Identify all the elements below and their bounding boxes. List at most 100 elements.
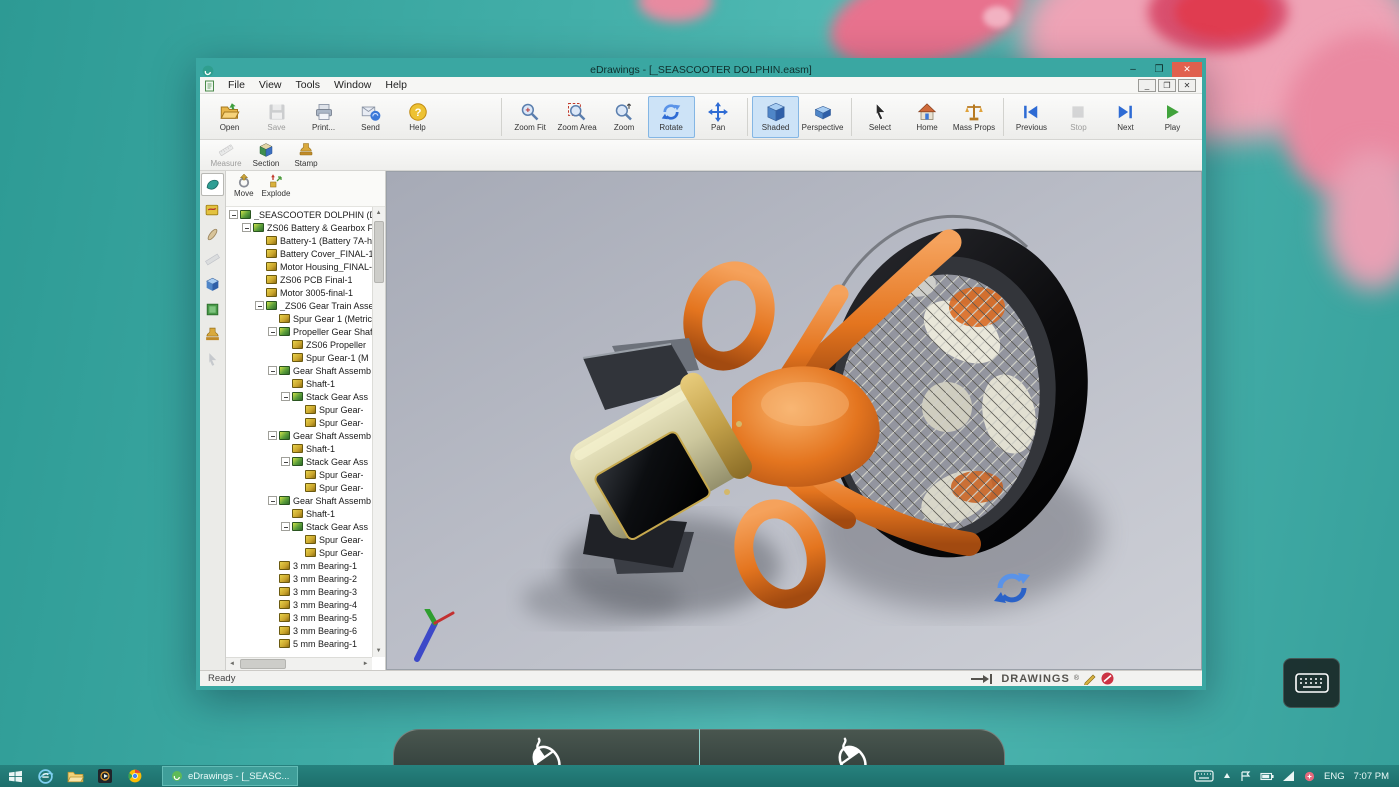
- chrome-taskbar-icon[interactable]: [120, 765, 150, 787]
- tree-item[interactable]: Battery-1 (Battery 7A-hc: [226, 234, 385, 247]
- tree-vertical-scrollbar[interactable]: ▲ ▼: [372, 207, 385, 657]
- stop-button[interactable]: Stop: [1055, 96, 1102, 138]
- tree-horizontal-scrollbar[interactable]: ◄ ►: [226, 657, 372, 670]
- titlebar[interactable]: eDrawings - [_SEASCOOTER DOLPHIN.easm] –…: [200, 62, 1202, 77]
- tree-item[interactable]: 3 mm Bearing-5: [226, 611, 385, 624]
- tree-item[interactable]: Propeller Gear Shaf: [226, 325, 385, 338]
- scroll-thumb[interactable]: [374, 221, 384, 283]
- help-button[interactable]: ? Help: [394, 96, 441, 138]
- menu-window[interactable]: Window: [327, 79, 378, 91]
- volume-notification-icon[interactable]: [1304, 771, 1315, 782]
- menu-help[interactable]: Help: [378, 79, 414, 91]
- tree-item[interactable]: Stack Gear Ass: [226, 390, 385, 403]
- tree-item[interactable]: Spur Gear 1 (Metric: [226, 312, 385, 325]
- scroll-left-arrow[interactable]: ◄: [226, 658, 238, 670]
- save-button[interactable]: Save: [253, 96, 300, 138]
- tree-item[interactable]: 3 mm Bearing-3: [226, 585, 385, 598]
- perspective-button[interactable]: Perspective: [799, 96, 846, 138]
- ie-taskbar-icon[interactable]: [30, 765, 60, 787]
- tree-item[interactable]: Spur Gear-: [226, 468, 385, 481]
- tree-item[interactable]: Spur Gear-: [226, 416, 385, 429]
- tree-item[interactable]: Shaft-1: [226, 507, 385, 520]
- mdi-minimize-button[interactable]: _: [1138, 79, 1156, 92]
- tree-expander[interactable]: [268, 496, 277, 505]
- taskbar-active-task[interactable]: eDrawings - [_SEASC...: [162, 766, 298, 786]
- tree-item[interactable]: Battery Cover_FINAL-1: [226, 247, 385, 260]
- tree-item[interactable]: Motor Housing_FINAL-: [226, 260, 385, 273]
- zoom-fit-button[interactable]: Zoom Fit: [507, 96, 554, 138]
- section-tab[interactable]: [201, 273, 224, 296]
- tree-item[interactable]: Spur Gear-: [226, 481, 385, 494]
- touch-keyboard-button[interactable]: [1283, 658, 1340, 708]
- tree-item[interactable]: 3 mm Bearing-2: [226, 572, 385, 585]
- tree-item[interactable]: Stack Gear Ass: [226, 520, 385, 533]
- stamp-box-tab[interactable]: [201, 298, 224, 321]
- scroll-right-arrow[interactable]: ►: [360, 658, 372, 670]
- tree-expander[interactable]: [268, 327, 277, 336]
- tree-item[interactable]: Shaft-1: [226, 377, 385, 390]
- tree-item[interactable]: Gear Shaft Assemb: [226, 429, 385, 442]
- tree-item[interactable]: 3 mm Bearing-6: [226, 624, 385, 637]
- zoom-area-button[interactable]: Zoom Area: [554, 96, 601, 138]
- play-button[interactable]: Play: [1149, 96, 1196, 138]
- file-explorer-taskbar-icon[interactable]: [60, 765, 90, 787]
- tree-item[interactable]: Shaft-1: [226, 442, 385, 455]
- select-button[interactable]: Select: [857, 96, 904, 138]
- home-button[interactable]: Home: [904, 96, 951, 138]
- components-tab[interactable]: [201, 173, 224, 196]
- zoom-button[interactable]: Zoom: [601, 96, 648, 138]
- tree-item[interactable]: Spur Gear-: [226, 533, 385, 546]
- tree-expander[interactable]: [255, 301, 264, 310]
- viewport-3d[interactable]: [386, 171, 1202, 670]
- open-button[interactable]: Open: [206, 96, 253, 138]
- tray-keyboard-icon[interactable]: [1194, 770, 1214, 782]
- shaded-button[interactable]: Shaded: [752, 96, 799, 138]
- tree-item[interactable]: ZS06 Battery & Gearbox Fit: [226, 221, 385, 234]
- scroll-up-arrow[interactable]: ▲: [373, 207, 385, 219]
- menu-tools[interactable]: Tools: [289, 79, 328, 91]
- tree-item[interactable]: 3 mm Bearing-4: [226, 598, 385, 611]
- next-button[interactable]: Next: [1102, 96, 1149, 138]
- tree-expander[interactable]: [268, 366, 277, 375]
- section-button[interactable]: Section: [246, 141, 286, 169]
- send-button[interactable]: Send: [347, 96, 394, 138]
- tree-item[interactable]: Spur Gear-: [226, 546, 385, 559]
- tree-item[interactable]: ZS06 Propeller: [226, 338, 385, 351]
- tree-expander[interactable]: [268, 431, 277, 440]
- tree-item[interactable]: 5 mm Bearing-1: [226, 637, 385, 650]
- close-button[interactable]: ✕: [1172, 62, 1202, 77]
- move-button[interactable]: Move: [234, 173, 254, 198]
- print-button[interactable]: Print...: [300, 96, 347, 138]
- explode-button[interactable]: Explode: [262, 173, 291, 198]
- battery-icon[interactable]: [1260, 772, 1274, 781]
- markup-pen-tab[interactable]: [201, 223, 224, 246]
- language-indicator[interactable]: ENG: [1324, 771, 1345, 782]
- tree-expander[interactable]: [242, 223, 251, 232]
- clock[interactable]: 7:07 PM: [1354, 771, 1389, 782]
- tree-expander[interactable]: [281, 392, 290, 401]
- action-center-icon[interactable]: [1240, 771, 1251, 782]
- tree-item[interactable]: Motor 3005-final-1: [226, 286, 385, 299]
- pointer-tab[interactable]: [201, 348, 224, 371]
- tree-expander[interactable]: [281, 457, 290, 466]
- tree-item[interactable]: 3 mm Bearing-1: [226, 559, 385, 572]
- menu-view[interactable]: View: [252, 79, 289, 91]
- scroll-thumb[interactable]: [240, 659, 286, 669]
- stamp-button[interactable]: Stamp: [286, 141, 326, 169]
- tree-item[interactable]: Stack Gear Ass: [226, 455, 385, 468]
- tree-item[interactable]: Gear Shaft Assemb: [226, 494, 385, 507]
- stamp-tab[interactable]: [201, 323, 224, 346]
- tree-item[interactable]: ZS06 PCB Final-1: [226, 273, 385, 286]
- network-icon[interactable]: [1283, 771, 1295, 781]
- rotate-button[interactable]: Rotate: [648, 96, 695, 138]
- mass-props-button[interactable]: Mass Props: [951, 96, 998, 138]
- tree-item[interactable]: Gear Shaft Assemb: [226, 364, 385, 377]
- mdi-close-button[interactable]: ✕: [1178, 79, 1196, 92]
- show-hidden-icons-icon[interactable]: [1223, 772, 1231, 780]
- previous-button[interactable]: Previous: [1008, 96, 1055, 138]
- pan-button[interactable]: Pan: [695, 96, 742, 138]
- measure-tab[interactable]: [201, 248, 224, 271]
- start-button[interactable]: [0, 765, 30, 787]
- media-player-taskbar-icon[interactable]: [90, 765, 120, 787]
- maximize-button[interactable]: ❐: [1146, 62, 1172, 77]
